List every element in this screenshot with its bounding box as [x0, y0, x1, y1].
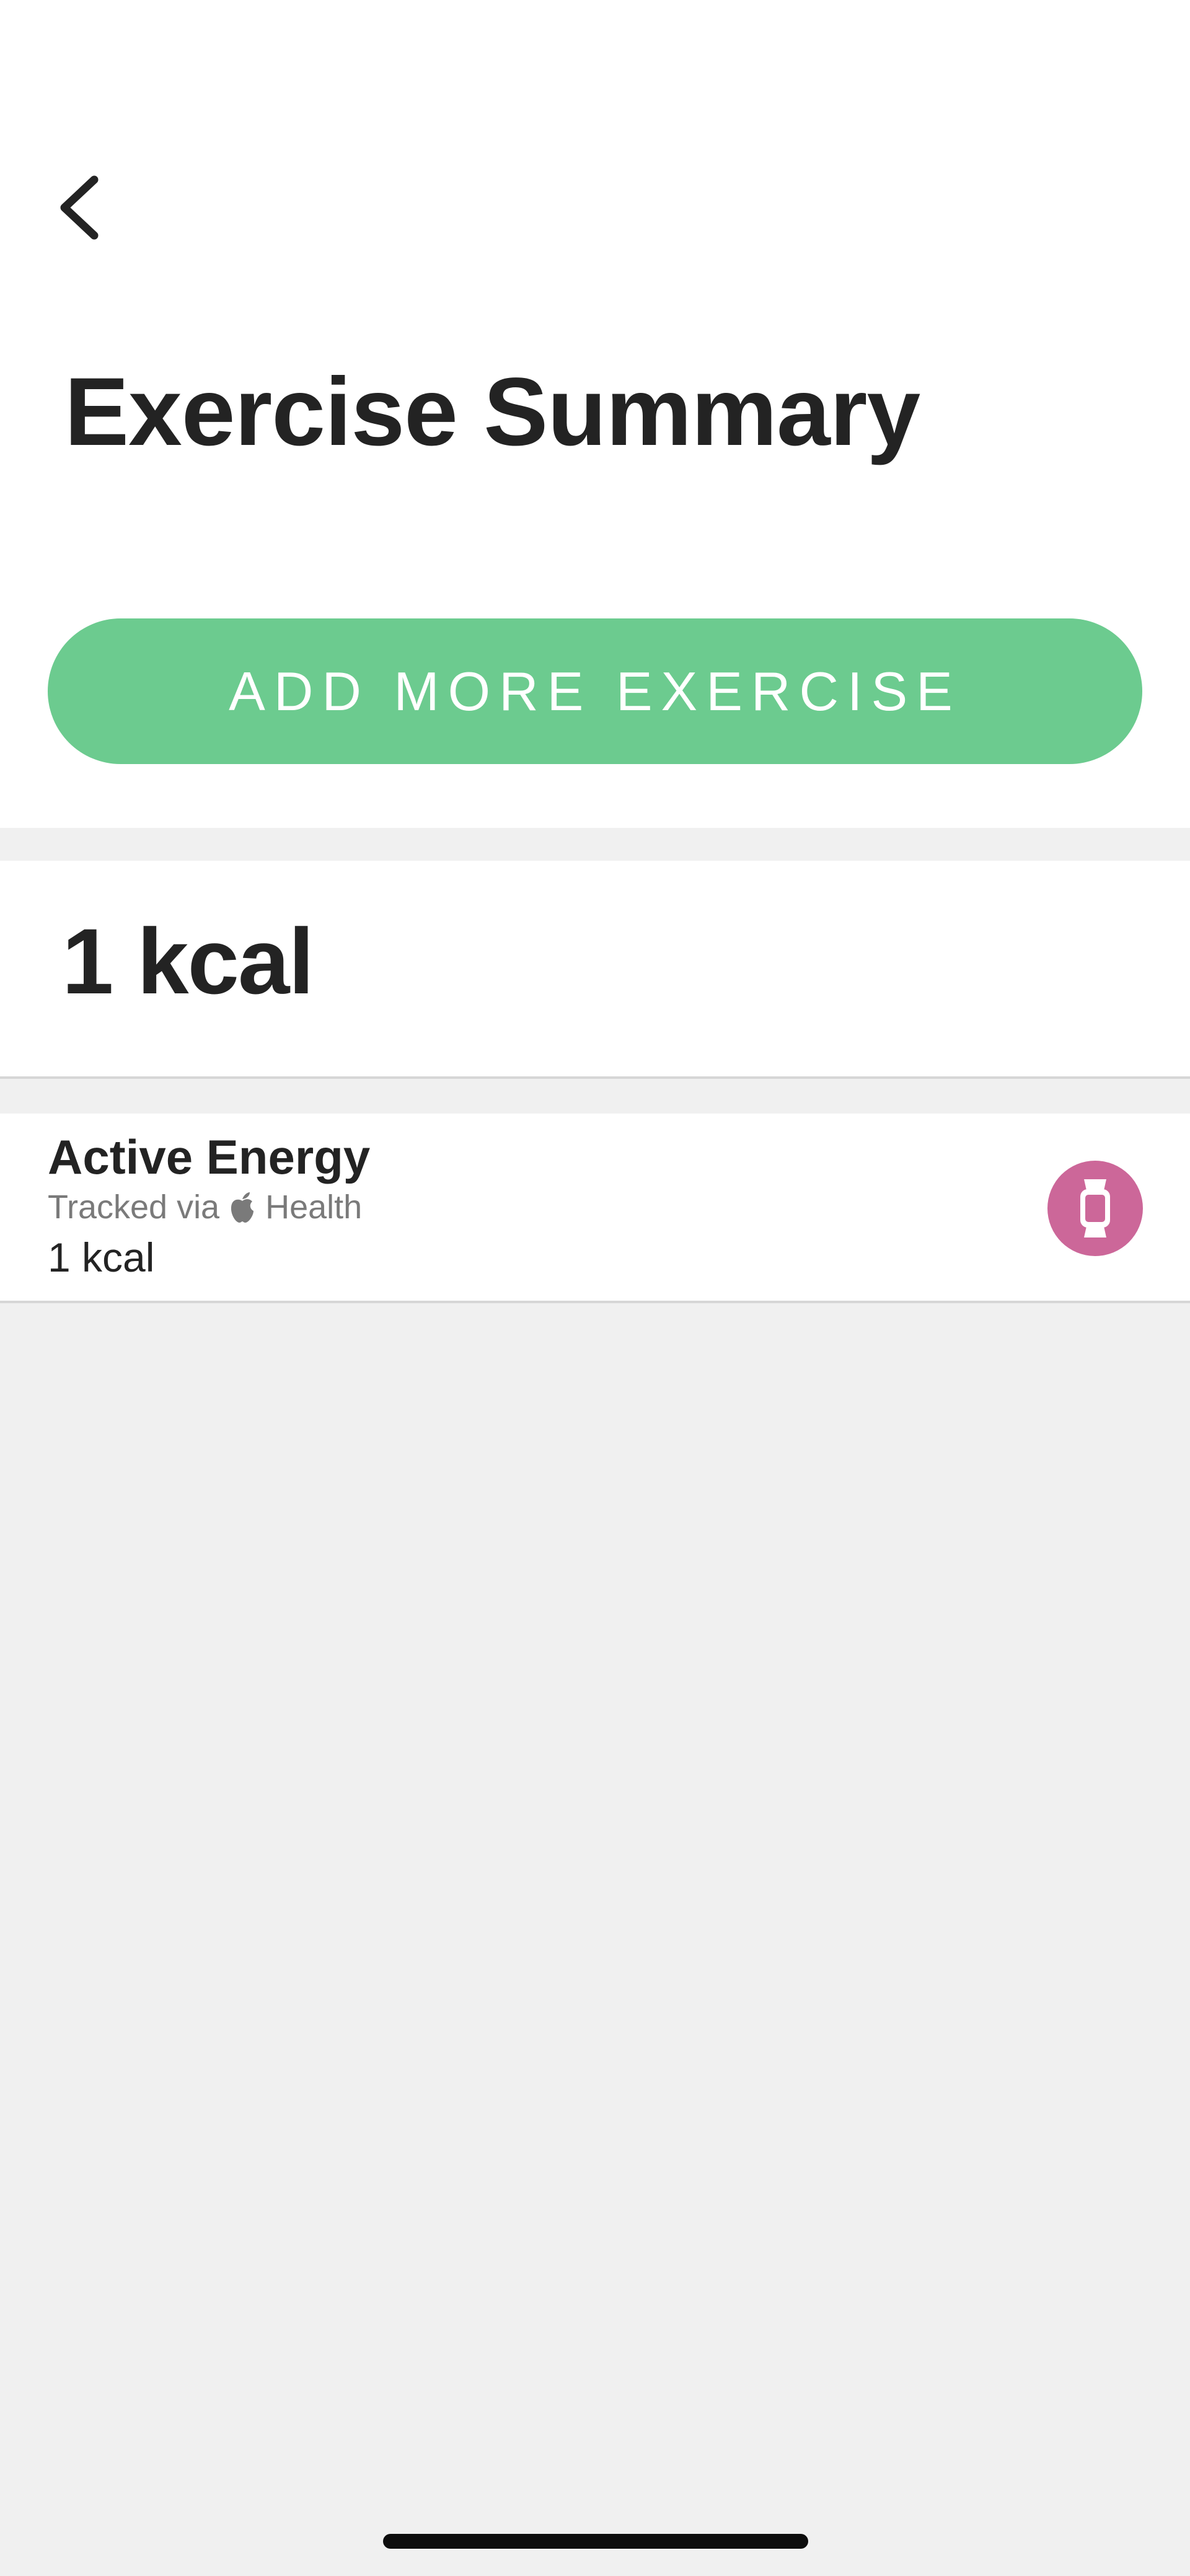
- list-item[interactable]: Active Energy Tracked via Health 1 kcal: [0, 1114, 1190, 1303]
- apple-icon: [231, 1192, 254, 1223]
- source-prefix: Tracked via: [48, 1189, 220, 1226]
- total-summary-card: 1 kcal: [0, 861, 1190, 1079]
- page-title: Exercise Summary: [64, 358, 920, 466]
- watch-icon: [1080, 1179, 1110, 1237]
- total-calories: 1 kcal: [62, 909, 314, 1013]
- chevron-left-icon: [60, 175, 99, 240]
- add-more-exercise-button[interactable]: ADD MORE EXERCISE: [48, 618, 1142, 764]
- entry-source: Tracked via Health: [48, 1187, 362, 1228]
- header: Exercise Summary ADD MORE EXERCISE: [0, 0, 1190, 828]
- source-name: Health: [265, 1189, 363, 1226]
- back-button[interactable]: [50, 167, 112, 248]
- apple-watch-badge: [1047, 1161, 1143, 1256]
- entry-title: Active Energy: [48, 1130, 371, 1184]
- home-indicator[interactable]: [383, 2534, 808, 2549]
- entry-value: 1 kcal: [48, 1234, 155, 1280]
